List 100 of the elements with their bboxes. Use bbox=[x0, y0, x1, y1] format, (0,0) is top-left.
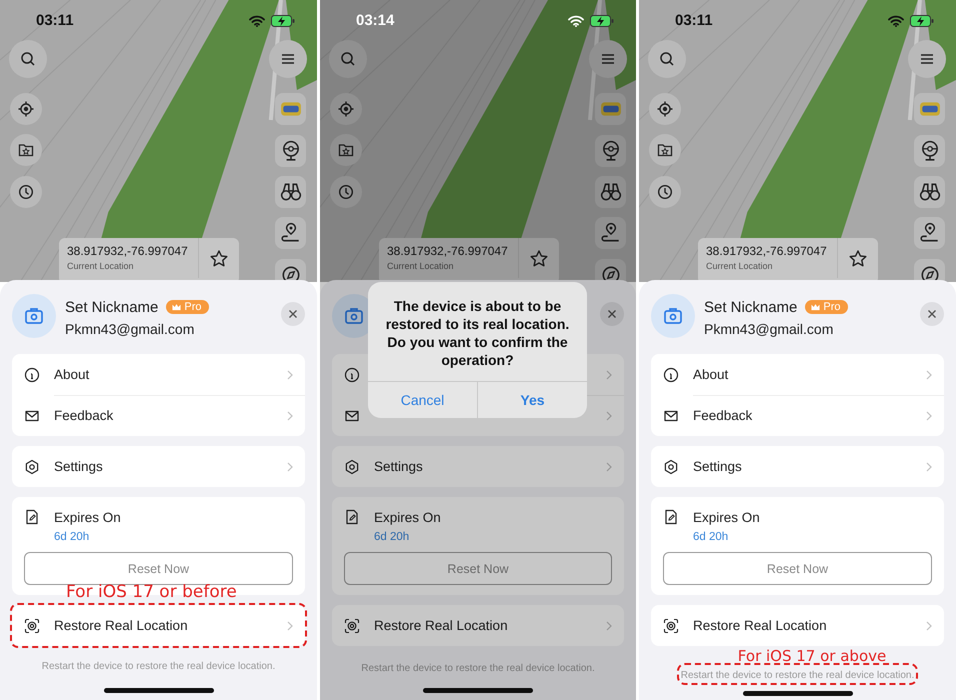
binoculars-button[interactable] bbox=[275, 176, 306, 208]
route-pin-button[interactable] bbox=[914, 217, 945, 249]
chevron-icon bbox=[926, 462, 932, 472]
star-icon[interactable] bbox=[529, 249, 549, 269]
settings-icon bbox=[344, 458, 360, 474]
crosshair-icon bbox=[18, 101, 34, 117]
menu-item[interactable]: Settings bbox=[332, 446, 624, 487]
star-icon[interactable] bbox=[209, 249, 229, 269]
route-pin-icon bbox=[918, 222, 940, 244]
clock-icon bbox=[657, 184, 673, 200]
chevron-icon bbox=[926, 370, 932, 380]
crosshair-icon bbox=[657, 101, 673, 117]
expiry-title: Expires On bbox=[693, 510, 761, 524]
crown-icon bbox=[172, 303, 182, 311]
close-icon bbox=[927, 309, 937, 319]
location-label: Current Location bbox=[67, 261, 135, 271]
menu-item[interactable]: Settings bbox=[12, 446, 305, 487]
status-time: 03:11 bbox=[675, 12, 714, 29]
annotation-label: For iOS 17 or above bbox=[738, 649, 886, 664]
settings-icon bbox=[663, 458, 679, 474]
reset-now-button[interactable]: Reset Now bbox=[663, 552, 932, 585]
settings-icon bbox=[24, 458, 40, 474]
star-folder-icon bbox=[657, 142, 673, 158]
binoculars-icon bbox=[918, 181, 940, 203]
location-target-icon bbox=[344, 618, 360, 634]
star-folder-icon bbox=[18, 142, 34, 158]
close-icon bbox=[607, 309, 617, 319]
footnote: Restart the device to restore the real device location. bbox=[361, 663, 595, 674]
wifi-icon bbox=[568, 14, 584, 26]
coordinates: 38.917932,-76.997047 bbox=[67, 244, 189, 258]
route-pin-button[interactable] bbox=[595, 217, 626, 249]
edit-document-icon bbox=[344, 509, 360, 525]
nickname[interactable]: Set Nickname bbox=[65, 298, 158, 316]
crown-icon bbox=[811, 303, 820, 311]
close-icon bbox=[288, 309, 298, 319]
webcam-button[interactable] bbox=[275, 135, 306, 167]
coordinates: 38.917932,-76.997047 bbox=[387, 244, 509, 258]
chevron-icon bbox=[606, 410, 612, 420]
expiry-value: 6d 20h bbox=[374, 531, 410, 543]
route-pin-icon bbox=[600, 222, 622, 244]
info-icon bbox=[344, 366, 360, 382]
nickname[interactable]: Set Nickname bbox=[704, 298, 798, 316]
expiry-title: Expires On bbox=[374, 510, 442, 524]
dialog-message: The device is about to be restored to its real location. Do you want to confirm the operation? bbox=[384, 297, 570, 370]
expiry-value: 6d 20h bbox=[54, 531, 90, 543]
chevron-icon bbox=[606, 620, 612, 630]
chevron-icon bbox=[606, 462, 612, 472]
clock-icon bbox=[18, 184, 34, 200]
expiry-title: Expires On bbox=[54, 510, 122, 524]
footnote: Restart the device to restore the real device location. bbox=[680, 670, 914, 681]
star-icon[interactable] bbox=[848, 249, 868, 269]
crosshair-icon bbox=[338, 101, 354, 117]
binoculars-button[interactable] bbox=[914, 176, 945, 208]
avatar[interactable] bbox=[12, 294, 56, 338]
menu-item[interactable]: About bbox=[12, 354, 305, 395]
account-email: Pkmn43@gmail.com bbox=[65, 321, 196, 337]
reset-now-button[interactable]: Reset Now bbox=[24, 552, 293, 585]
menu-item[interactable]: Feedback bbox=[12, 395, 305, 436]
info-icon bbox=[663, 366, 679, 382]
logo-button[interactable] bbox=[595, 93, 626, 125]
webcam-button[interactable] bbox=[914, 135, 945, 167]
location-target-icon bbox=[663, 618, 679, 634]
restore-location-item[interactable]: Restore Real Location bbox=[651, 605, 944, 646]
close-button[interactable] bbox=[920, 302, 944, 326]
chevron-icon bbox=[926, 410, 932, 420]
menu-item[interactable]: About bbox=[651, 354, 944, 395]
edit-document-icon bbox=[663, 509, 679, 525]
footnote: Restart the device to restore the real device location. bbox=[42, 661, 276, 672]
pro-badge: Pro bbox=[166, 300, 208, 314]
wifi-icon bbox=[888, 14, 904, 26]
webcam-button[interactable] bbox=[595, 135, 626, 167]
camera-icon bbox=[663, 306, 683, 326]
binoculars-icon bbox=[600, 181, 622, 203]
status-time: 03:11 bbox=[36, 12, 75, 29]
menu-item[interactable]: Settings bbox=[651, 446, 944, 487]
restore-location-item[interactable]: Restore Real Location bbox=[332, 605, 624, 646]
wifi-icon bbox=[249, 14, 265, 26]
close-button[interactable] bbox=[600, 302, 624, 326]
coordinates: 38.917932,-76.997047 bbox=[706, 244, 828, 258]
clock-icon bbox=[338, 184, 354, 200]
expiry-value: 6d 20h bbox=[693, 531, 730, 543]
logo-button[interactable] bbox=[275, 93, 306, 125]
logo-button[interactable] bbox=[914, 93, 945, 125]
menu-item[interactable]: Feedback bbox=[651, 395, 944, 436]
binoculars-button[interactable] bbox=[595, 176, 626, 208]
search-icon bbox=[340, 51, 356, 67]
location-target-icon bbox=[24, 618, 40, 634]
route-pin-button[interactable] bbox=[275, 217, 306, 249]
binoculars-icon bbox=[280, 181, 302, 203]
restore-location-item[interactable]: Restore Real Location bbox=[12, 605, 305, 646]
annotation-label: For iOS 17 or before bbox=[66, 584, 237, 601]
chevron-icon bbox=[926, 620, 932, 630]
chevron-icon bbox=[287, 462, 293, 472]
star-folder-icon bbox=[338, 142, 354, 158]
account-email: Pkmn43@gmail.com bbox=[704, 321, 834, 337]
status-time: 03:14 bbox=[356, 12, 396, 29]
close-button[interactable] bbox=[281, 302, 305, 326]
avatar[interactable] bbox=[651, 294, 695, 338]
battery-charging-icon bbox=[910, 14, 934, 26]
location-label: Current Location bbox=[706, 261, 774, 271]
